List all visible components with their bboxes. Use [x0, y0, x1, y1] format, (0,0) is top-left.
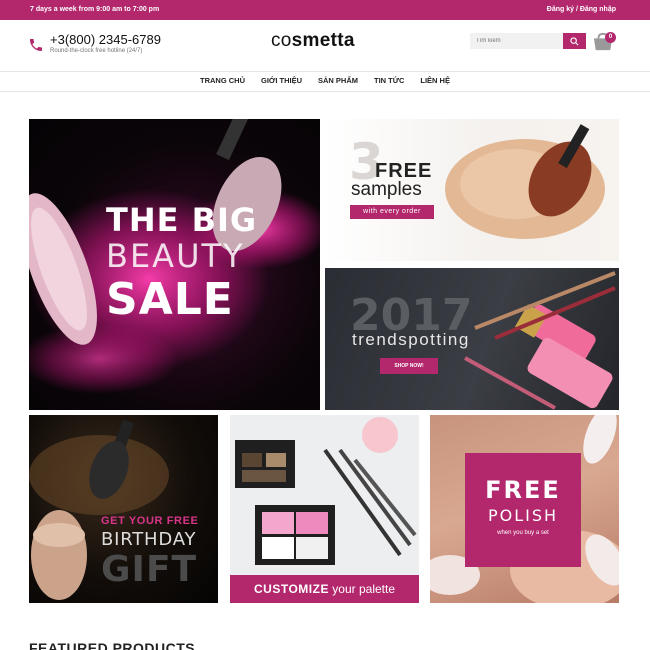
hotline-number[interactable]: +3(800) 2345-6789	[50, 32, 161, 47]
polish-line3: when you buy a set	[497, 530, 549, 536]
palette-caption-rest: your palette	[328, 582, 395, 596]
nav-item-products[interactable]: SẢN PHẨM	[318, 72, 358, 91]
featured-products-heading: FEATURED PRODUCTS	[29, 640, 196, 650]
polish-line2: POLISH	[487, 506, 559, 525]
banner-customize-palette[interactable]: CUSTOMIZE your palette	[230, 415, 419, 603]
top-bar: 7 days a week from 9:00 am to 7:00 pm Đă…	[0, 0, 650, 20]
banner-birthday-gift[interactable]: GET YOUR FREE BIRTHDAY GIFT	[29, 415, 218, 603]
gift-line1: GET YOUR FREE	[101, 515, 199, 527]
banner-big-line1: THE BIG	[106, 201, 258, 239]
banner-free-samples[interactable]: 3 FREE samples with every order	[325, 119, 619, 261]
search-input[interactable]	[470, 33, 563, 49]
phone-icon	[30, 39, 42, 51]
polish-offer-box: FREE POLISH when you buy a set	[465, 453, 581, 567]
gift-line2: BIRTHDAY	[101, 529, 197, 550]
trend-word: trendspotting	[352, 330, 470, 349]
cart-count-badge: 0	[605, 32, 616, 43]
opening-hours: 7 days a week from 9:00 am to 7:00 pm	[30, 6, 160, 13]
logo-bold-text: smetta	[291, 30, 355, 51]
palette-image	[235, 417, 417, 565]
site-header: +3(800) 2345-6789 Round-the-clock free h…	[0, 20, 650, 72]
banner-big-line2: BEAUTY	[106, 237, 245, 275]
logo-light-text: co	[271, 30, 292, 51]
register-login-link[interactable]: Đăng ký / Đăng nhập	[547, 6, 616, 13]
search-icon	[570, 36, 579, 45]
site-logo[interactable]: cosmetta	[271, 30, 355, 52]
search-button[interactable]	[563, 33, 586, 49]
palette-caption: CUSTOMIZE your palette	[230, 575, 419, 603]
nav-item-about[interactable]: GIỚI THIỆU	[261, 72, 302, 91]
nav-item-home[interactable]: TRANG CHỦ	[200, 72, 245, 91]
banner-big-line3: SALE	[106, 274, 234, 325]
banner-free-polish[interactable]: FREE POLISH when you buy a set	[430, 415, 619, 603]
polish-line1: FREE	[485, 476, 561, 504]
hotline-caption: Round-the-clock free hotline (24/7)	[50, 48, 143, 54]
banner-big-beauty-sale[interactable]: THE BIG BEAUTY SALE	[29, 119, 320, 410]
nav-item-contact[interactable]: LIÊN HỆ	[420, 72, 450, 91]
shop-now-button[interactable]: SHOP NOW!	[380, 358, 438, 374]
palette-caption-bold: CUSTOMIZE	[254, 582, 329, 596]
nav-item-news[interactable]: TIN TỨC	[374, 72, 404, 91]
banner-trendspotting[interactable]: 2017 trendspotting SHOP NOW!	[325, 268, 619, 410]
free-samples-badge: with every order	[350, 205, 434, 219]
free-samples-line2: samples	[351, 179, 422, 200]
gift-line3: GIFT	[101, 549, 198, 590]
main-nav: TRANG CHỦ GIỚI THIỆU SẢN PHẨM TIN TỨC LI…	[0, 72, 650, 92]
